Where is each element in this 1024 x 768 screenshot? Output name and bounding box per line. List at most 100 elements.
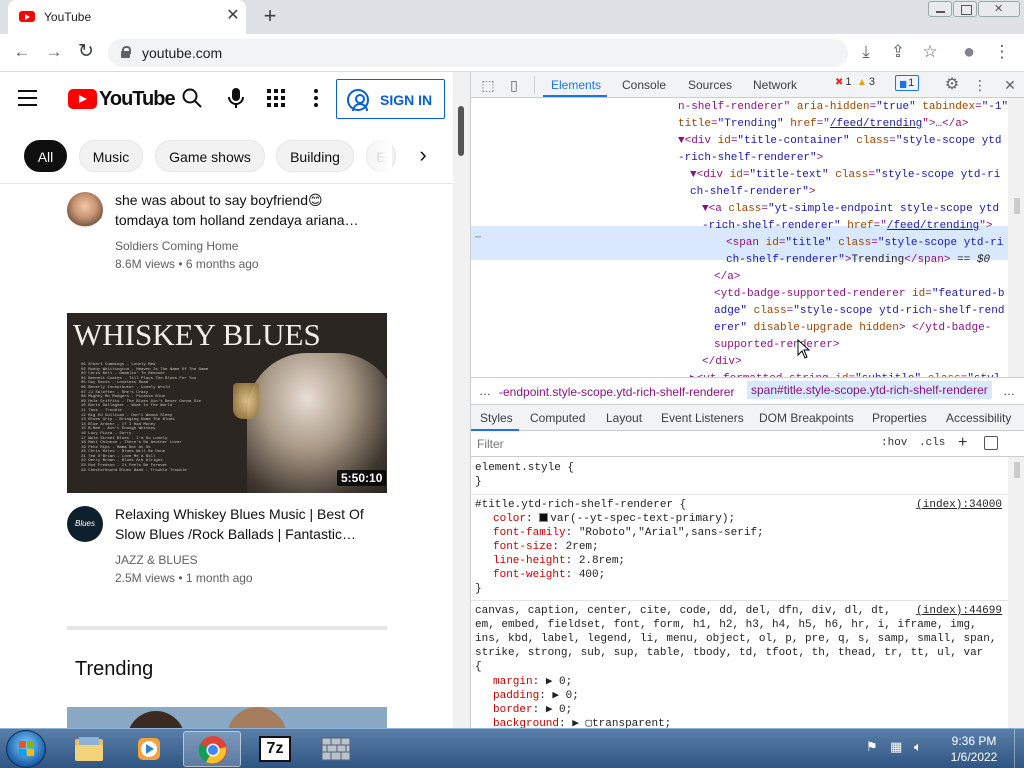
window-close-button[interactable] [978, 1, 1020, 17]
subtab-layout[interactable]: Layout [606, 411, 642, 425]
dom-line[interactable]: ▼<div id="title-text" class="style-scope… [690, 167, 1000, 184]
warning-count-badge[interactable]: 3 [857, 76, 875, 88]
clock-time[interactable]: 9:36 PM [944, 734, 1004, 748]
reload-icon[interactable]: ↻ [74, 40, 98, 64]
subtab-computed[interactable]: Computed [530, 411, 585, 425]
rule-selector-line[interactable]: strike, strong, sub, sup, table, tbody, … [475, 646, 983, 660]
microphone-icon[interactable] [226, 86, 246, 110]
breadcrumb-overflow[interactable]: … [1003, 384, 1015, 398]
devtools-close-icon[interactable]: ✕ [1001, 76, 1019, 94]
dom-line[interactable]: </a> [714, 269, 740, 286]
chip-building[interactable]: Building [276, 140, 354, 172]
chip-music[interactable]: Music [79, 140, 143, 172]
device-toolbar-icon[interactable]: ▯ [505, 76, 523, 94]
page-scrollbar[interactable] [453, 72, 470, 728]
rule-selector-line[interactable]: canvas, caption, center, cite, code, dd,… [475, 604, 891, 618]
style-property[interactable]: line-height: 2.8rem; [493, 554, 625, 568]
node-ellipsis-icon[interactable]: ⋯ [475, 230, 481, 247]
breadcrumb-item-selected[interactable]: span#title.style-scope.ytd-rich-shelf-re… [747, 381, 992, 399]
dom-line[interactable]: <ytd-badge-supported-renderer id="featur… [714, 286, 1004, 303]
taskbar-chrome[interactable] [183, 731, 241, 767]
styles-pane[interactable]: element.style { } #title.ytd-rich-shelf-… [471, 457, 1008, 728]
forward-arrow-icon[interactable]: → [42, 40, 66, 64]
dom-line[interactable]: <span id="title" class="style-scope ytd-… [726, 235, 1003, 252]
show-desktop-button[interactable] [1014, 729, 1024, 768]
rule-selector-line[interactable]: ins, kbd, label, legend, li, menu, objec… [475, 632, 997, 646]
taskbar-media-player[interactable] [120, 731, 178, 767]
subtab-dom-breakpoints[interactable]: DOM Breakpoints [759, 411, 854, 425]
inspect-element-icon[interactable]: ⬚ [479, 76, 497, 94]
settings-gear-icon[interactable]: ⚙ [943, 76, 961, 94]
styles-scrollbar[interactable] [1008, 457, 1024, 728]
bookmark-star-icon[interactable]: ☆ [918, 40, 942, 64]
trending-section-title[interactable]: Trending [75, 658, 153, 681]
style-property[interactable]: padding: ▶ 0; [493, 689, 579, 703]
style-property[interactable]: background: ▶ ▢transparent; [493, 717, 671, 728]
tab-sources[interactable]: Sources [688, 78, 732, 92]
channel-avatar[interactable] [67, 192, 103, 228]
dom-line[interactable]: adge" class="style-scope ytd-rich-shelf-… [714, 303, 1004, 320]
dom-line[interactable]: supported-renderer> [714, 337, 839, 354]
style-property[interactable]: font-family: "Roboto","Arial",sans-serif… [493, 526, 764, 540]
video-title[interactable]: Relaxing Whiskey Blues Music | Best Of S… [115, 504, 375, 544]
chip-game-shows[interactable]: Game shows [155, 140, 265, 172]
subtab-accessibility[interactable]: Accessibility [946, 411, 1011, 425]
chip-all[interactable]: All [24, 140, 67, 172]
rule-selector-line[interactable]: { [475, 660, 482, 674]
more-vertical-icon[interactable] [306, 86, 326, 110]
window-minimize-button[interactable] [928, 1, 952, 17]
browser-menu-icon[interactable]: ⋮ [990, 40, 1014, 64]
breadcrumb-item[interactable]: -endpoint.style-scope.ytd-rich-shelf-ren… [499, 385, 734, 399]
tab-console[interactable]: Console [622, 78, 666, 92]
volume-icon[interactable]: 🔈︎ [914, 739, 922, 755]
share-icon[interactable]: ⇪ [886, 40, 910, 64]
dom-tree[interactable]: ⋯ n-shelf-renderer" aria-hidden="true" t… [471, 98, 1024, 377]
apps-grid-icon[interactable] [266, 88, 286, 108]
rule-source-link[interactable]: (index):34000 [916, 498, 1002, 512]
subtab-event-listeners[interactable]: Event Listeners [661, 411, 744, 425]
dom-line[interactable]: </div> [702, 354, 742, 371]
devtools-more-icon[interactable]: ⋮ [971, 76, 989, 94]
profile-avatar-icon[interactable]: ● [957, 40, 981, 64]
styles-scrollbar-thumb[interactable] [1014, 462, 1020, 478]
tab-close-icon[interactable]: ✕ [224, 7, 242, 25]
lock-icon[interactable] [120, 46, 131, 59]
style-property[interactable]: font-weight: 400; [493, 568, 605, 582]
rule-selector-line[interactable]: em, embed, fieldset, font, form, h1, h2,… [475, 618, 977, 632]
search-icon[interactable] [180, 86, 204, 110]
subtab-properties[interactable]: Properties [872, 411, 927, 425]
video-thumbnail[interactable]: WHISKEY BLUES 01 Albert Cummings - Lonel… [67, 313, 387, 493]
network-icon[interactable]: ▦ [890, 739, 902, 755]
dom-line[interactable]: ▼<a class="yt-simple-endpoint style-scop… [702, 201, 999, 218]
dom-line[interactable]: -rich-shelf-renderer" href="/feed/trendi… [702, 218, 992, 235]
rule-source-link[interactable]: (index):44699 [916, 604, 1002, 618]
dom-line[interactable]: ch-shelf-renderer">Trending</span> == $0 [726, 252, 990, 269]
action-center-flag-icon[interactable]: ⚑ [866, 739, 878, 755]
window-restore-button[interactable] [953, 1, 977, 17]
address-bar[interactable]: youtube.com [108, 39, 848, 67]
video-thumbnail[interactable] [67, 707, 387, 728]
element-style-selector[interactable]: element.style { [475, 461, 574, 475]
new-tab-button[interactable]: + [258, 5, 282, 29]
page-scrollbar-thumb[interactable] [458, 106, 464, 156]
error-count-badge[interactable]: 1 [835, 76, 851, 88]
style-property[interactable]: font-size: 2rem; [493, 540, 599, 554]
taskbar-explorer[interactable] [60, 731, 118, 767]
channel-name[interactable]: JAZZ & BLUES [115, 553, 198, 567]
dom-line[interactable]: ch-shelf-renderer"> [690, 184, 815, 201]
tab-network[interactable]: Network [753, 78, 797, 92]
breadcrumb-more[interactable]: … [479, 384, 491, 398]
message-count-badge[interactable]: 1 [895, 75, 920, 91]
style-property[interactable]: color: var(--yt-spec-text-primary); [493, 512, 735, 526]
start-button[interactable] [6, 730, 46, 768]
sign-in-button[interactable]: SIGN IN [336, 79, 445, 119]
browser-tab-youtube[interactable]: YouTube ✕ [8, 0, 246, 34]
clock-date[interactable]: 1/6/2022 [944, 750, 1004, 764]
dom-scrollbar-thumb[interactable] [1014, 198, 1020, 214]
dom-line[interactable]: n-shelf-renderer" aria-hidden="true" tab… [678, 99, 1008, 116]
toggle-sidebar-icon[interactable] [984, 436, 998, 450]
tab-elements[interactable]: Elements [551, 78, 601, 92]
dom-scrollbar[interactable] [1008, 98, 1024, 377]
youtube-logo[interactable]: YouTube [68, 88, 176, 110]
style-property[interactable]: border: ▶ 0; [493, 703, 572, 717]
